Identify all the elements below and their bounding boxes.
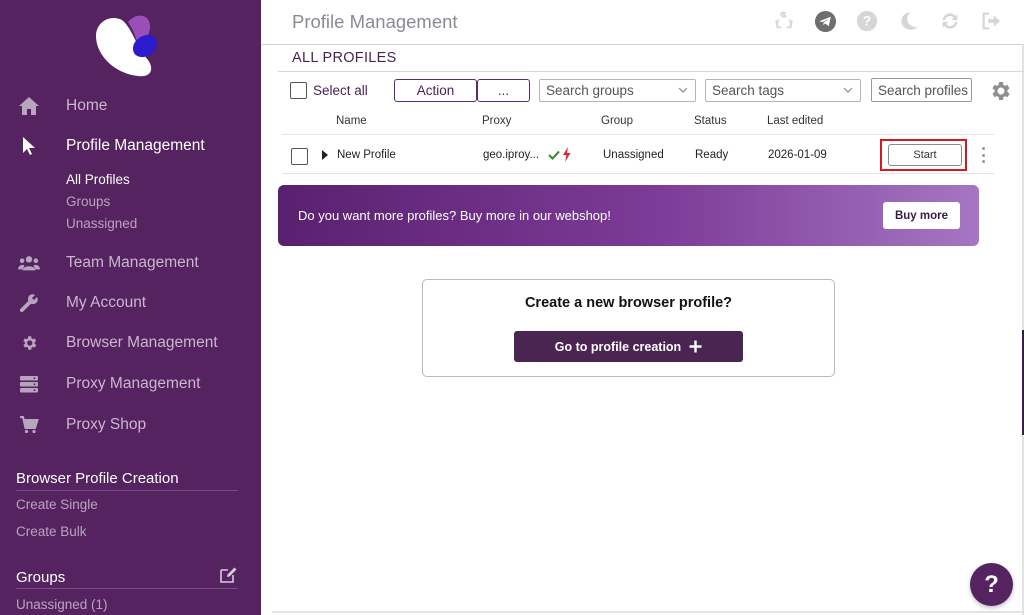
create-single-link[interactable]: Create Single bbox=[16, 497, 98, 512]
column-header-name[interactable]: Name bbox=[336, 115, 367, 127]
refresh-icon[interactable] bbox=[938, 9, 962, 33]
nav-label: Team Management bbox=[66, 254, 199, 271]
lightning-icon bbox=[563, 147, 571, 162]
action-button[interactable]: Action bbox=[394, 79, 477, 102]
app-logo-icon bbox=[96, 15, 158, 77]
divider bbox=[16, 490, 238, 491]
bottom-scrollbar[interactable] bbox=[272, 611, 1024, 613]
search-tags-select[interactable]: Search tags bbox=[705, 79, 861, 102]
go-to-profile-creation-button[interactable]: Go to profile creation bbox=[514, 331, 743, 362]
section-divider bbox=[278, 71, 1024, 72]
help-circle-icon[interactable]: ? bbox=[855, 9, 879, 33]
gear-icon bbox=[18, 332, 40, 354]
profile-proxy: geo.iproy... bbox=[483, 149, 540, 161]
sidebar: Home Profile Management All Profiles Gro… bbox=[0, 0, 261, 615]
chevron-down-icon bbox=[843, 87, 853, 93]
create-card-title: Create a new browser profile? bbox=[524, 295, 733, 311]
profile-group: Unassigned bbox=[603, 149, 664, 161]
logout-icon[interactable] bbox=[979, 9, 1003, 33]
nav-item-profile-management[interactable]: Profile Management bbox=[0, 130, 261, 162]
nav-item-my-account[interactable]: My Account bbox=[0, 287, 261, 319]
table-row-divider bbox=[282, 173, 994, 174]
recycle-icon[interactable] bbox=[772, 9, 796, 33]
nav-item-proxy-shop[interactable]: Proxy Shop bbox=[0, 409, 261, 441]
profile-status: Ready bbox=[695, 149, 729, 161]
svg-text:?: ? bbox=[863, 14, 871, 29]
browser-profile-creation-heading: Browser Profile Creation bbox=[16, 470, 179, 487]
column-header-last-edited[interactable]: Last edited bbox=[767, 115, 823, 127]
create-bulk-link[interactable]: Create Bulk bbox=[16, 524, 87, 539]
banner-text: Do you want more profiles? Buy more in o… bbox=[298, 208, 611, 223]
search-tags-placeholder: Search tags bbox=[712, 83, 785, 98]
nav-label: Proxy Shop bbox=[66, 416, 147, 433]
search-groups-select[interactable]: Search groups bbox=[539, 79, 696, 102]
wrench-icon bbox=[18, 292, 40, 314]
cart-icon bbox=[18, 414, 40, 436]
users-icon bbox=[18, 252, 40, 274]
select-all-label[interactable]: Select all bbox=[313, 83, 368, 98]
profile-name[interactable]: New Profile bbox=[337, 149, 396, 161]
nav-item-team-management[interactable]: Team Management bbox=[0, 247, 261, 279]
plus-icon bbox=[689, 340, 702, 353]
groups-heading: Groups bbox=[16, 569, 66, 586]
sidebar-item-unassigned[interactable]: Unassigned bbox=[66, 216, 137, 231]
chevron-down-icon bbox=[678, 87, 688, 93]
settings-gear-icon[interactable] bbox=[989, 79, 1013, 103]
column-header-proxy[interactable]: Proxy bbox=[482, 115, 511, 127]
page-title: Profile Management bbox=[292, 11, 458, 32]
cursor-arrow-icon bbox=[18, 135, 40, 157]
create-profile-card bbox=[422, 279, 835, 377]
nav-item-home[interactable]: Home bbox=[0, 90, 261, 122]
header-divider bbox=[261, 44, 1024, 45]
nav-label: Proxy Management bbox=[66, 375, 201, 392]
nav-label: Home bbox=[66, 97, 108, 114]
row-menu-icon[interactable] bbox=[978, 146, 988, 164]
check-icon bbox=[548, 150, 560, 160]
nav-item-proxy-management[interactable]: Proxy Management bbox=[0, 368, 261, 400]
row-checkbox[interactable] bbox=[291, 148, 308, 165]
buy-more-button[interactable]: Buy more bbox=[883, 202, 960, 229]
profile-last-edited: 2026-01-09 bbox=[768, 149, 827, 161]
column-header-status[interactable]: Status bbox=[694, 115, 727, 127]
search-groups-placeholder: Search groups bbox=[546, 83, 634, 98]
nav-label: My Account bbox=[66, 294, 147, 311]
select-all-checkbox[interactable] bbox=[290, 82, 307, 99]
create-button-label: Go to profile creation bbox=[554, 339, 682, 354]
help-button[interactable]: ? bbox=[970, 563, 1013, 606]
nav-label: Profile Management bbox=[66, 137, 205, 154]
edit-icon[interactable] bbox=[218, 565, 238, 585]
search-profiles-placeholder: Search profiles ( bbox=[878, 82, 972, 98]
start-button[interactable]: Start bbox=[888, 144, 962, 166]
section-title: ALL PROFILES bbox=[292, 50, 397, 66]
search-profiles-input[interactable]: Search profiles ( bbox=[871, 78, 972, 102]
divider bbox=[16, 588, 238, 589]
expand-caret-icon[interactable] bbox=[321, 150, 329, 160]
sidebar-item-groups[interactable]: Groups bbox=[66, 194, 110, 209]
unassigned-group-link[interactable]: Unassigned (1) bbox=[16, 597, 108, 612]
column-header-group[interactable]: Group bbox=[601, 115, 633, 127]
home-icon bbox=[18, 95, 40, 117]
more-options-button[interactable]: ... bbox=[477, 79, 530, 102]
nav-label: Browser Management bbox=[66, 334, 218, 351]
table-header-divider bbox=[282, 134, 994, 135]
sidebar-item-all-profiles[interactable]: All Profiles bbox=[66, 172, 130, 187]
telegram-icon[interactable] bbox=[813, 9, 837, 33]
nav-item-browser-management[interactable]: Browser Management bbox=[0, 327, 261, 359]
server-icon bbox=[18, 373, 40, 395]
moon-icon[interactable] bbox=[896, 9, 920, 33]
